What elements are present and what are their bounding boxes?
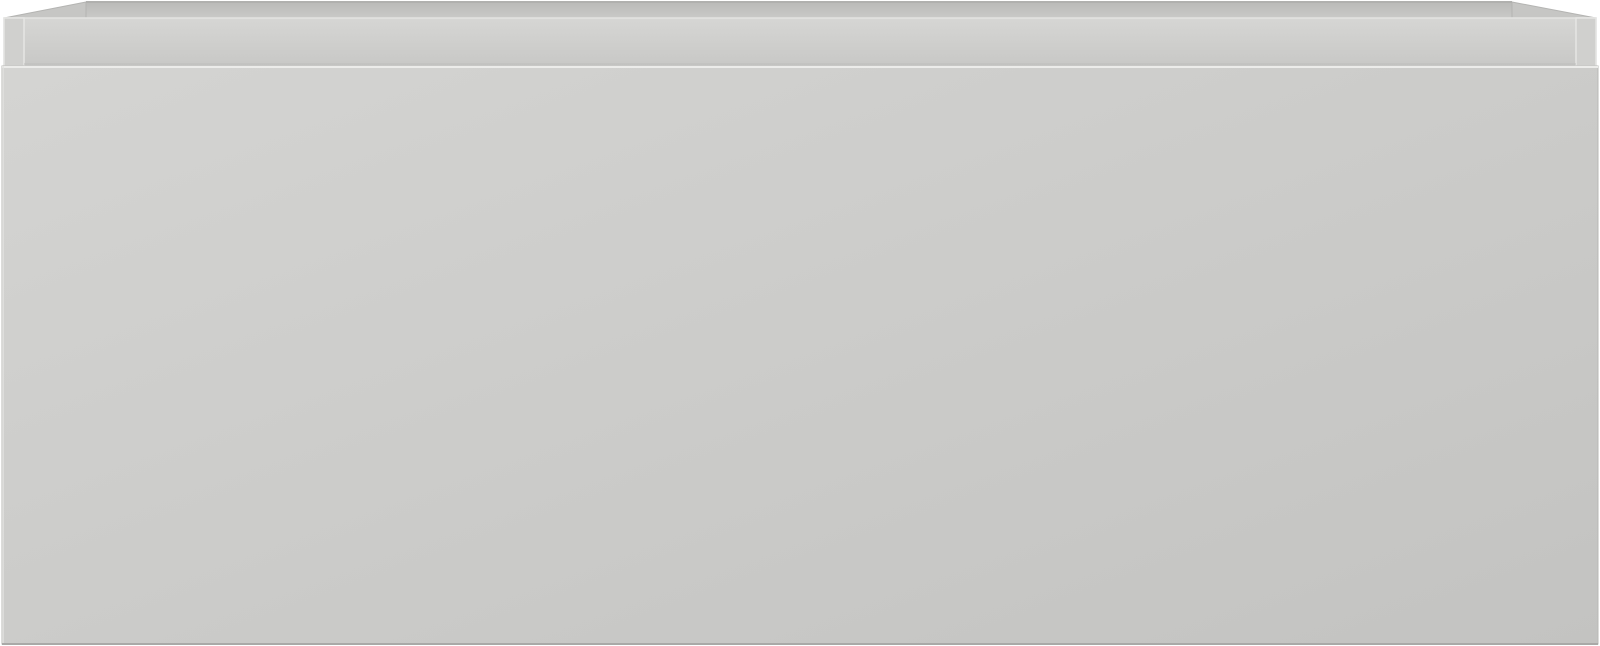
drawer-unit-render	[0, 0, 1600, 646]
drawer-unit-illustration	[1, 1, 1599, 645]
drawer-interior-back	[86, 2, 1512, 18]
drawer-rim	[3, 17, 1597, 67]
drawer-left-bevel	[3, 1, 87, 19]
drawer-left-wall	[3, 17, 25, 67]
drawer-right-bevel	[1511, 1, 1597, 19]
drawer-right-wall	[1575, 17, 1597, 67]
drawer-front-panel	[1, 65, 1599, 645]
